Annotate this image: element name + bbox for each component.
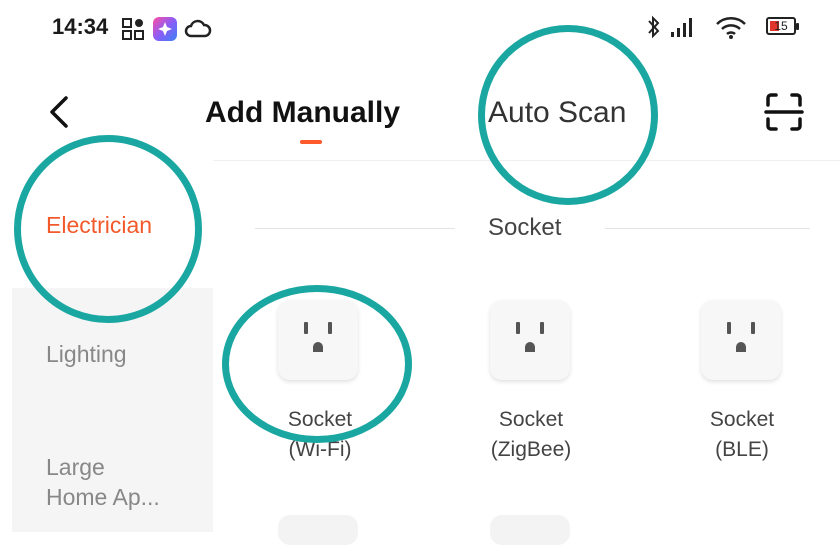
section-divider-right xyxy=(605,228,810,229)
socket-icon xyxy=(727,322,755,352)
signal-icon xyxy=(671,18,692,37)
tab-auto-scan[interactable]: Auto Scan xyxy=(488,96,626,130)
scan-qr-icon[interactable] xyxy=(762,90,806,134)
bluetooth-icon xyxy=(648,15,660,39)
socket-icon xyxy=(516,322,544,352)
next-device-tile[interactable] xyxy=(278,515,358,545)
next-device-tile[interactable] xyxy=(490,515,570,545)
socket-ble-label[interactable]: Socket (BLE) xyxy=(662,405,822,465)
socket-wifi-tile[interactable] xyxy=(278,300,358,380)
sidebar-item-lighting[interactable]: Lighting xyxy=(46,339,127,369)
app-notification-icon xyxy=(153,17,177,41)
socket-wifi-label[interactable]: Socket (Wi-Fi) xyxy=(240,405,400,465)
cloud-icon xyxy=(184,19,212,38)
status-bar: 14:34 15 xyxy=(0,0,840,60)
wifi-icon xyxy=(716,17,746,39)
app-grid-icon xyxy=(122,18,144,40)
sidebar-item-electrician[interactable]: Electrician xyxy=(46,210,152,240)
battery-level: 15 xyxy=(774,19,788,33)
socket-zigbee-label[interactable]: Socket (ZigBee) xyxy=(451,405,611,465)
back-button[interactable] xyxy=(40,92,80,132)
header: Add Manually Auto Scan xyxy=(0,60,840,161)
active-tab-indicator xyxy=(300,140,322,144)
section-title: Socket xyxy=(488,214,562,241)
section-divider-left xyxy=(255,228,455,229)
status-time: 14:34 xyxy=(52,14,109,39)
tab-add-manually[interactable]: Add Manually xyxy=(205,96,400,130)
socket-ble-tile[interactable] xyxy=(701,300,781,380)
socket-zigbee-tile[interactable] xyxy=(490,300,570,380)
battery-icon: 15 xyxy=(766,17,799,35)
socket-icon xyxy=(304,322,332,352)
sidebar-item-large-home-appliances[interactable]: Large Home Ap... xyxy=(46,452,186,512)
